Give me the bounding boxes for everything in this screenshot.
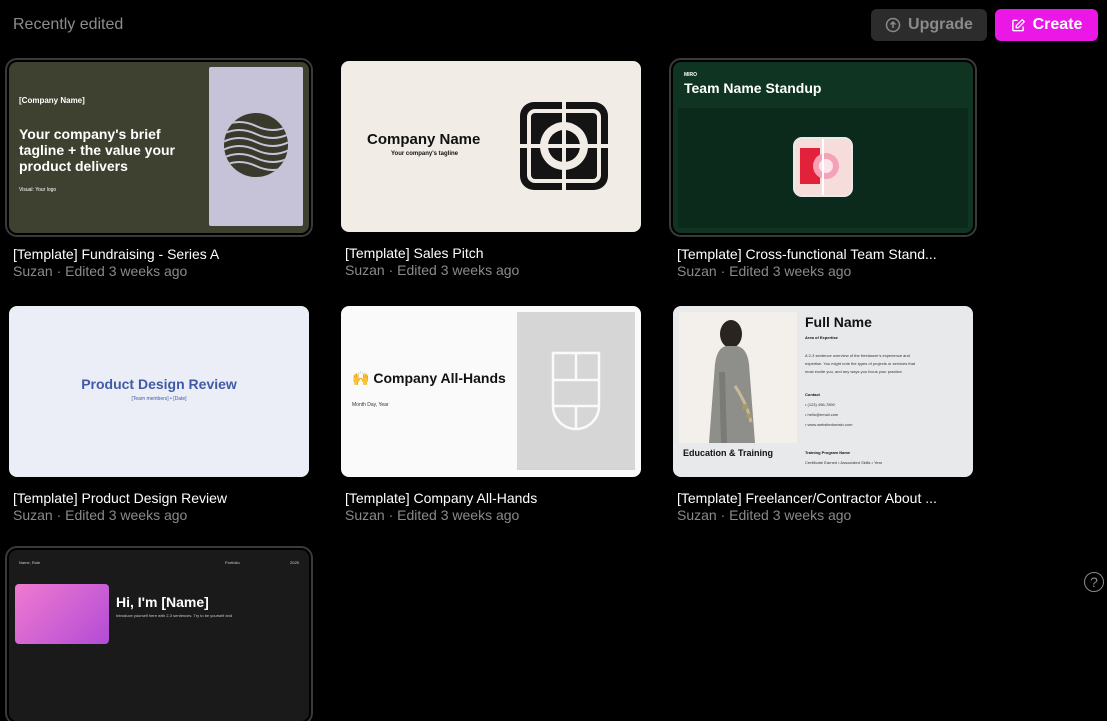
preview-headline-line3: product delivers (19, 158, 128, 174)
board-thumbnail[interactable]: Company Name Your company's tagline (341, 61, 641, 232)
arch-logo-icon (551, 351, 601, 431)
board-thumbnail[interactable]: [Company Name] Your company's brief tagl… (5, 58, 313, 237)
preview-bio-line3: most excite you, and any ways you focus … (805, 369, 903, 374)
preview-education-label: Education & Training (683, 448, 774, 458)
preview-heading: 🙌 Company All-Hands (352, 370, 506, 387)
board-meta: Suzan · Edited 3 weeks ago (13, 507, 188, 523)
upgrade-button[interactable]: Upgrade (871, 9, 987, 41)
wave-logo-icon (224, 113, 288, 177)
help-icon[interactable]: ? (1084, 572, 1104, 592)
board-thumbnail[interactable]: MIRO Team Name Standup (669, 58, 977, 237)
arrow-up-circle-icon (885, 17, 901, 33)
board-meta: Suzan · Edited 3 weeks ago (13, 263, 188, 279)
preview-bio-line1: A 2-3 sentence overview of the freelance… (805, 353, 910, 358)
board-meta: Suzan · Edited 3 weeks ago (345, 262, 520, 278)
portrait-photo (679, 312, 797, 443)
preview-headline-line2: tagline + the value your (19, 142, 175, 158)
preview-heading: Product Design Review (81, 376, 237, 392)
app-logo-icon (793, 137, 853, 197)
preview-top-mid: Portfolio (225, 560, 240, 565)
preview-date: Month Day, Year (352, 402, 389, 408)
board-meta: Suzan · Edited 3 weeks ago (677, 263, 852, 279)
preview-side-panel (517, 312, 635, 470)
create-label: Create (1032, 16, 1083, 33)
preview-company: Company Name (367, 131, 481, 148)
preview-company: [Company Name] (19, 96, 85, 105)
preview-content-area (678, 108, 968, 228)
preview-heading: Team Name Standup (684, 80, 822, 96)
preview-website: • www.websitedomain.com (805, 422, 853, 427)
preview-gradient-image (15, 584, 109, 644)
preview-subheading: [Team members] • [Date] (131, 396, 187, 402)
preview-email: • hello@email.com (805, 412, 839, 417)
board-title[interactable]: [Template] Fundraising - Series A (13, 246, 219, 262)
preview-area: Area of Expertise (805, 335, 838, 340)
preview-cert: Certificate Earned • Associated Skills •… (805, 460, 883, 465)
board-meta: Suzan · Edited 3 weeks ago (345, 507, 520, 523)
board-title[interactable]: [Template] Cross-functional Team Stand..… (677, 246, 937, 262)
board-thumbnail[interactable]: 🙌 Company All-Hands Month Day, Year (341, 306, 641, 477)
square-circle-logo-icon (520, 102, 608, 190)
section-title: Recently edited (13, 16, 124, 33)
preview-tagline: Your company's tagline (391, 151, 458, 157)
preview-heading-text: Company All-Hands (373, 370, 506, 386)
preview-heading: Hi, I'm [Name] (116, 594, 209, 610)
preview-bio-line2: expertise. You might note the types of p… (805, 361, 916, 366)
board-thumbnail[interactable]: Education & Training Full Name Area of E… (673, 306, 973, 477)
board-title[interactable]: [Template] Company All-Hands (345, 490, 537, 506)
board-thumbnail[interactable]: Name, Role Portfolio 2025 Hi, I'm [Name]… (5, 546, 313, 721)
board-title[interactable]: [Template] Product Design Review (13, 490, 227, 506)
preview-side-panel (209, 67, 303, 226)
person-photo-icon (709, 320, 755, 443)
preview-program: Training Program Name (805, 450, 851, 455)
edit-square-icon (1011, 18, 1025, 31)
preview-footer: Visual: Your logo (19, 187, 57, 193)
preview-name: Full Name (805, 314, 872, 330)
board-title[interactable]: [Template] Freelancer/Contractor About .… (677, 490, 937, 506)
preview-phone: • (123) 456-7890 (805, 402, 835, 407)
preview-headline-line1: Your company's brief (19, 126, 161, 142)
preview-top-right: 2025 (290, 560, 299, 565)
preview-contact-label: Contact (805, 392, 820, 397)
preview-top-left: Name, Role (19, 560, 41, 565)
board-title[interactable]: [Template] Sales Pitch (345, 245, 484, 261)
raised-hands-icon: 🙌 (352, 370, 370, 386)
preview-small-label: MIRO (684, 72, 698, 78)
board-thumbnail[interactable]: Product Design Review [Team members] • [… (9, 306, 309, 477)
create-button[interactable]: Create (995, 9, 1098, 41)
upgrade-label: Upgrade (908, 16, 973, 33)
board-meta: Suzan · Edited 3 weeks ago (677, 507, 852, 523)
